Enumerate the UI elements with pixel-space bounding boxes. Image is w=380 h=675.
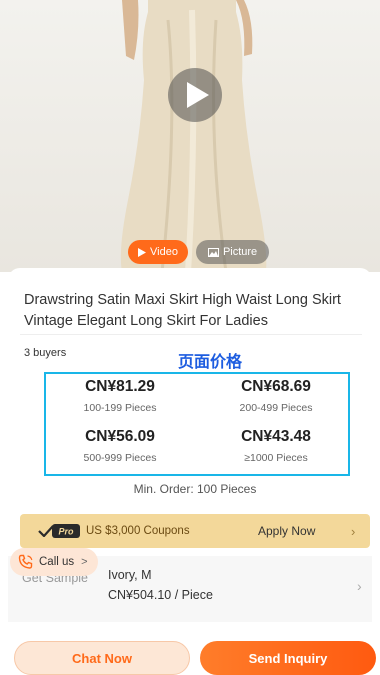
pro-badge: Pro — [38, 524, 80, 538]
product-media[interactable]: Video Picture — [0, 0, 380, 272]
call-us-label: Call us — [39, 556, 75, 568]
apply-now-button[interactable]: Apply Now — [258, 524, 315, 538]
pro-badge-shape: Pro — [52, 524, 80, 538]
play-icon — [186, 82, 209, 108]
tier-range: 200-499 Pieces — [239, 402, 313, 414]
video-tab-label: Video — [150, 246, 178, 258]
price-tier: CN¥81.29 100-199 Pieces — [50, 378, 190, 414]
buyers-count: 3 buyers — [24, 347, 67, 359]
min-order: Min. Order: 100 Pieces — [133, 482, 257, 496]
price-tier: CN¥43.48 ≥1000 Pieces — [206, 428, 346, 464]
price-tier: CN¥68.69 200-499 Pieces — [206, 378, 346, 414]
divider — [20, 334, 362, 335]
tier-price: CN¥68.69 — [241, 378, 311, 395]
product-image — [120, 0, 267, 272]
tier-price: CN¥56.09 — [85, 428, 155, 445]
chat-now-button[interactable]: Chat Now — [14, 641, 190, 675]
annotation-label: 页面价格 — [178, 352, 243, 371]
coupon-text: US $3,000 Coupons — [86, 525, 190, 537]
product-title: Drawstring Satin Maxi Skirt High Waist L… — [24, 292, 341, 329]
call-us-button[interactable]: Call us > — [10, 548, 98, 576]
chevron-right-icon: › — [351, 523, 356, 539]
picture-icon — [207, 247, 219, 257]
tier-range: ≥1000 Pieces — [244, 452, 308, 464]
chevron-right-icon: › — [357, 578, 362, 594]
price-tier: CN¥56.09 500-999 Pieces — [50, 428, 190, 464]
picture-tab[interactable]: Picture — [195, 240, 270, 264]
video-play-small-icon — [138, 247, 146, 257]
phone-icon — [18, 554, 33, 569]
tier-range: 500-999 Pieces — [83, 452, 157, 464]
send-inquiry-button[interactable]: Send Inquiry — [200, 641, 376, 675]
sample-price: CN¥504.10 / Piece — [108, 588, 213, 602]
chevron-right-icon: > — [81, 556, 88, 568]
play-video-button[interactable] — [168, 68, 222, 122]
tier-price: CN¥81.29 — [85, 378, 155, 395]
sample-variant: Ivory, M — [108, 568, 152, 582]
media-toggle: Video Picture — [128, 240, 270, 264]
price-tier-box: CN¥81.29 100-199 Pieces CN¥68.69 200-499… — [44, 372, 350, 476]
tier-range: 100-199 Pieces — [83, 402, 157, 414]
coupon-banner[interactable]: Pro US $3,000 Coupons Apply Now › — [20, 514, 370, 548]
tier-price: CN¥43.48 — [241, 428, 311, 445]
pro-badge-text: Pro — [58, 527, 74, 537]
video-tab[interactable]: Video — [128, 240, 188, 264]
picture-tab-label: Picture — [222, 246, 258, 258]
